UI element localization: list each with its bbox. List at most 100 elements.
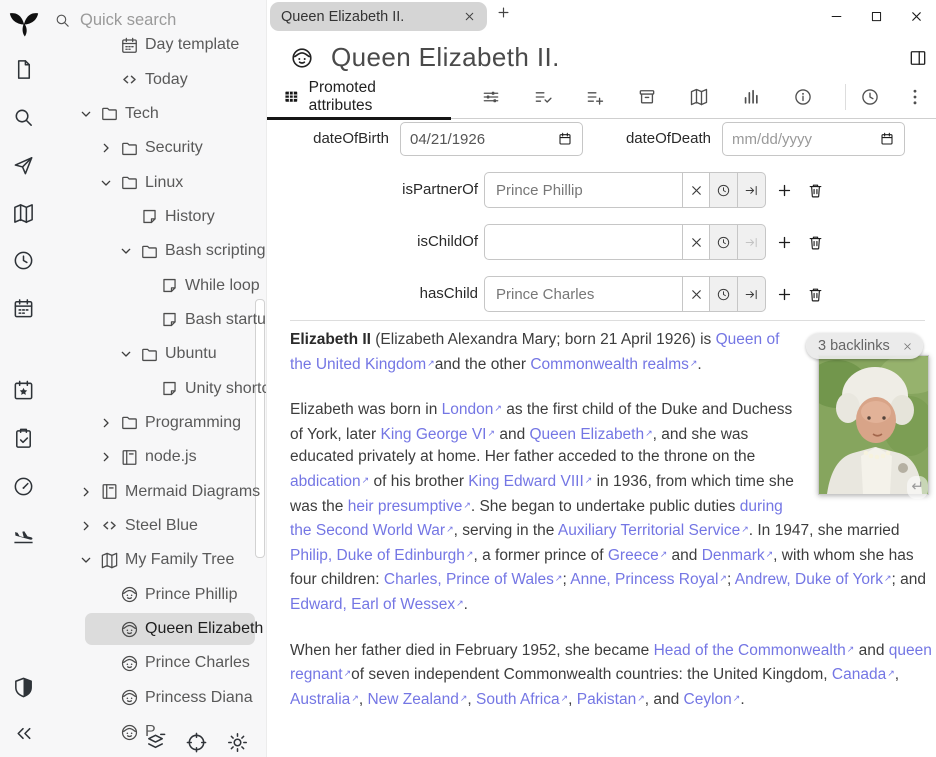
- reference-link[interactable]: Philip, Duke of Edinburgh↗: [290, 547, 473, 564]
- tree-item[interactable]: Prince Phillip: [48, 578, 266, 612]
- split-panel-icon[interactable]: [908, 48, 928, 68]
- tree-item[interactable]: Linux: [48, 165, 266, 199]
- reference-link[interactable]: Andrew, Duke of York↗: [735, 571, 892, 588]
- tree-item[interactable]: Ubuntu: [48, 337, 266, 371]
- reference-link[interactable]: South Africa↗: [476, 691, 568, 708]
- chevron-down-icon[interactable]: [118, 346, 140, 362]
- tree-item[interactable]: Day template: [48, 28, 266, 62]
- ribbon-list-check-button[interactable]: [517, 82, 569, 112]
- chevron-down-icon[interactable]: [78, 106, 100, 122]
- tab-promoted-attributes[interactable]: Promoted attributes: [266, 75, 451, 118]
- ribbon-tune-button[interactable]: [465, 82, 517, 112]
- ribbon-dots-vertical-button[interactable]: [894, 82, 936, 112]
- collapse-panel-button[interactable]: [12, 722, 36, 746]
- go-to-note-button[interactable]: [738, 224, 766, 260]
- recent-notes-button[interactable]: [710, 224, 738, 260]
- tree-item[interactable]: Steel Blue: [48, 509, 266, 543]
- tree-item[interactable]: Tech: [48, 97, 266, 131]
- delete-attribute-button[interactable]: [803, 172, 827, 208]
- delete-attribute-button[interactable]: [803, 224, 827, 260]
- reference-link[interactable]: Anne, Princess Royal↗: [570, 571, 727, 588]
- calendar-icon[interactable]: [557, 131, 573, 147]
- reference-link[interactable]: London↗: [442, 401, 502, 418]
- tree-item[interactable]: Security: [48, 131, 266, 165]
- today-button[interactable]: [12, 379, 36, 403]
- reference-link[interactable]: King George VI↗: [380, 426, 495, 443]
- tree-item[interactable]: Today: [48, 62, 266, 96]
- reference-link[interactable]: King Edward VIII↗: [468, 473, 592, 490]
- minimize-button[interactable]: [816, 0, 856, 32]
- tree-item[interactable]: While loop: [48, 268, 266, 302]
- ribbon-info-button[interactable]: [777, 82, 829, 112]
- dashboard-button[interactable]: [12, 475, 36, 499]
- go-to-note-button[interactable]: [738, 276, 766, 312]
- tree-item[interactable]: Mermaid Diagrams: [48, 474, 266, 508]
- clear-value-button[interactable]: [682, 224, 710, 260]
- trilium-logo[interactable]: [7, 6, 41, 40]
- chevron-right-icon[interactable]: [98, 415, 120, 431]
- reference-link[interactable]: New Zealand↗: [367, 691, 467, 708]
- reference-link[interactable]: Australia↗: [290, 691, 359, 708]
- reference-link[interactable]: Charles, Prince of Wales↗: [384, 571, 563, 588]
- reference-link[interactable]: heir presumptive↗: [348, 498, 471, 515]
- ribbon-history-button[interactable]: [846, 82, 894, 112]
- clear-value-button[interactable]: [682, 276, 710, 312]
- chevron-right-icon[interactable]: [78, 518, 100, 534]
- reference-link[interactable]: abdication↗: [290, 473, 369, 490]
- reference-link[interactable]: Denmark↗: [702, 547, 773, 564]
- clear-value-button[interactable]: [682, 172, 710, 208]
- chevron-right-icon[interactable]: [98, 140, 120, 156]
- tree-item[interactable]: My Family Tree: [48, 543, 266, 577]
- tree-item[interactable]: Princess Diana: [48, 681, 266, 715]
- reference-link[interactable]: Auxiliary Territorial Service↗: [558, 522, 749, 539]
- enter-icon[interactable]: ↵: [907, 476, 928, 499]
- go-to-note-button[interactable]: [738, 172, 766, 208]
- recent-notes-button[interactable]: [710, 276, 738, 312]
- tab-close-icon[interactable]: [463, 10, 476, 23]
- isChildOf-input[interactable]: [484, 224, 682, 260]
- dateOfBirth-input[interactable]: 04/21/1926: [400, 122, 583, 156]
- new-tab-icon[interactable]: [496, 5, 511, 20]
- reference-link[interactable]: Greece↗: [608, 547, 667, 564]
- delete-attribute-button[interactable]: [803, 276, 827, 312]
- ribbon-list-plus-button[interactable]: [569, 82, 621, 112]
- reference-link[interactable]: Canada↗: [832, 666, 895, 683]
- ribbon-bar-chart-button[interactable]: [725, 82, 777, 112]
- chevron-right-icon[interactable]: [98, 449, 120, 465]
- ribbon-map-button[interactable]: [673, 82, 725, 112]
- hasChild-input[interactable]: Prince Charles: [484, 276, 682, 312]
- recent-changes-button[interactable]: [12, 249, 36, 273]
- reference-link[interactable]: Head of the Commonwealth↗: [654, 642, 855, 659]
- tree-item[interactable]: node.js: [48, 440, 266, 474]
- close-icon[interactable]: [902, 341, 913, 352]
- reference-link[interactable]: Pakistan↗: [577, 691, 645, 708]
- calendar-icon[interactable]: [879, 131, 895, 147]
- calendar-button[interactable]: [12, 297, 36, 321]
- tree-item[interactable]: Programming: [48, 406, 266, 440]
- tab-queen-elizabeth[interactable]: Queen Elizabeth II.: [270, 2, 487, 31]
- travel-button[interactable]: [12, 523, 36, 547]
- note-map-button[interactable]: [12, 202, 36, 226]
- reference-link[interactable]: Edward, Earl of Wessex↗: [290, 596, 464, 613]
- tree-item[interactable]: History: [48, 200, 266, 234]
- tree-item[interactable]: Bash scripting: [48, 234, 266, 268]
- backlinks-badge[interactable]: 3 backlinks: [806, 333, 923, 359]
- tree-item[interactable]: Unity shortcuts: [48, 371, 266, 405]
- protected-session-button[interactable]: [12, 676, 36, 700]
- add-attribute-button[interactable]: [772, 172, 796, 208]
- reference-link[interactable]: Ceylon↗: [684, 691, 741, 708]
- tree-item[interactable]: Prince Charles: [48, 646, 266, 680]
- recent-notes-button[interactable]: [710, 172, 738, 208]
- chevron-right-icon[interactable]: [78, 484, 100, 500]
- isPartnerOf-input[interactable]: Prince Phillip: [484, 172, 682, 208]
- new-note-button[interactable]: [12, 58, 36, 82]
- tree-item[interactable]: [48, 749, 266, 757]
- jump-to-note-button[interactable]: [12, 154, 36, 178]
- search-button[interactable]: [12, 106, 36, 130]
- chevron-down-icon[interactable]: [118, 243, 140, 259]
- chevron-down-icon[interactable]: [78, 552, 100, 568]
- reference-link[interactable]: Queen Elizabeth↗: [530, 426, 653, 443]
- add-attribute-button[interactable]: [772, 224, 796, 260]
- reference-link[interactable]: Commonwealth realms↗: [530, 356, 697, 373]
- maximize-button[interactable]: [856, 0, 896, 32]
